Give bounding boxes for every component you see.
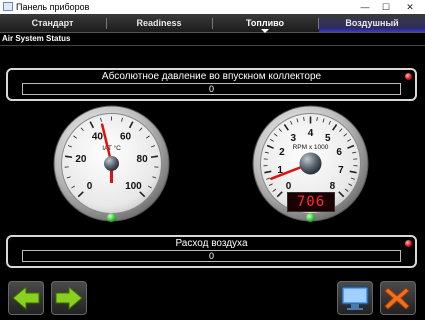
tab-standard[interactable]: Стандарт: [0, 14, 105, 32]
airflow-panel: Расход воздуха 0: [6, 235, 417, 268]
rpm-tick-label: 8: [330, 181, 336, 192]
rpm-status-led-icon: [306, 213, 315, 222]
back-button[interactable]: [8, 281, 44, 315]
app-icon: [3, 2, 13, 11]
rpm-tick-label: 6: [336, 147, 342, 158]
pressure-panel: Абсолютное давление во впускном коллекто…: [6, 68, 417, 101]
rpm-tick-label: 3: [290, 133, 296, 144]
close-window-button[interactable]: ✕: [400, 0, 420, 14]
tab-readiness-label: Readiness: [136, 18, 182, 28]
window-titlebar: Панель приборов — ☐ ✕: [0, 0, 425, 14]
forward-arrow-icon: [55, 285, 83, 311]
exit-button[interactable]: [380, 281, 416, 315]
close-x-icon: [384, 287, 410, 310]
rpm-tick-label: 5: [325, 133, 331, 144]
pressure-value: 0: [22, 83, 401, 95]
forward-button[interactable]: [51, 281, 87, 315]
tab-readiness[interactable]: Readiness: [107, 14, 211, 32]
rpm-tick-label: 4: [308, 128, 314, 139]
iat-tick-label: 100: [125, 181, 142, 192]
pressure-alert-icon: [405, 73, 412, 80]
window-title: Панель приборов: [16, 2, 90, 12]
rpm-unit-label: RPM x 1000: [293, 144, 329, 151]
tab-bar: Стандарт Readiness Топливо Воздушный: [0, 14, 425, 33]
airflow-value: 0: [22, 250, 401, 262]
display-button[interactable]: [337, 281, 373, 315]
section-title: Air System Status: [2, 34, 71, 43]
tab-air[interactable]: Воздушный: [319, 14, 425, 32]
tab-pointer-icon: [261, 29, 269, 33]
iat-gauge: 0 20 40 60 80 100 IAT °C: [53, 105, 170, 222]
tab-fuel-label: Топливо: [245, 18, 285, 28]
minimize-button[interactable]: —: [355, 0, 375, 14]
airflow-label: Расход воздуха: [175, 238, 248, 249]
tab-standard-label: Стандарт: [31, 18, 74, 28]
monitor-icon: [341, 286, 369, 310]
rpm-digital-display: 706: [287, 192, 335, 212]
rpm-hub: [299, 152, 322, 175]
iat-gauge-face: 0 20 40 60 80 100 IAT °C: [53, 105, 170, 222]
section-divider: [0, 45, 425, 46]
maximize-button[interactable]: ☐: [376, 0, 396, 14]
iat-hub: [104, 156, 119, 171]
iat-major-tick: [64, 155, 73, 159]
pressure-label: Абсолютное давление во впускном коллекто…: [101, 71, 322, 82]
iat-tick-label: 80: [137, 154, 149, 165]
iat-unit-label: IAT °C: [102, 144, 121, 152]
iat-tick-label: 20: [75, 154, 87, 165]
rpm-tick-label: 2: [279, 147, 285, 158]
rpm-tick-label: 0: [286, 181, 292, 192]
tab-fuel[interactable]: Топливо: [213, 14, 317, 33]
back-arrow-icon: [12, 285, 40, 311]
iat-tick-label: 60: [120, 131, 132, 142]
iat-tick-label: 40: [92, 131, 104, 142]
iat-tick-label: 0: [87, 181, 93, 192]
airflow-alert-icon: [405, 240, 412, 247]
tab-air-label: Воздушный: [345, 18, 399, 28]
iat-status-led-icon: [107, 213, 116, 222]
rpm-tick-label: 7: [338, 165, 344, 176]
iat-major-tick: [150, 155, 159, 159]
